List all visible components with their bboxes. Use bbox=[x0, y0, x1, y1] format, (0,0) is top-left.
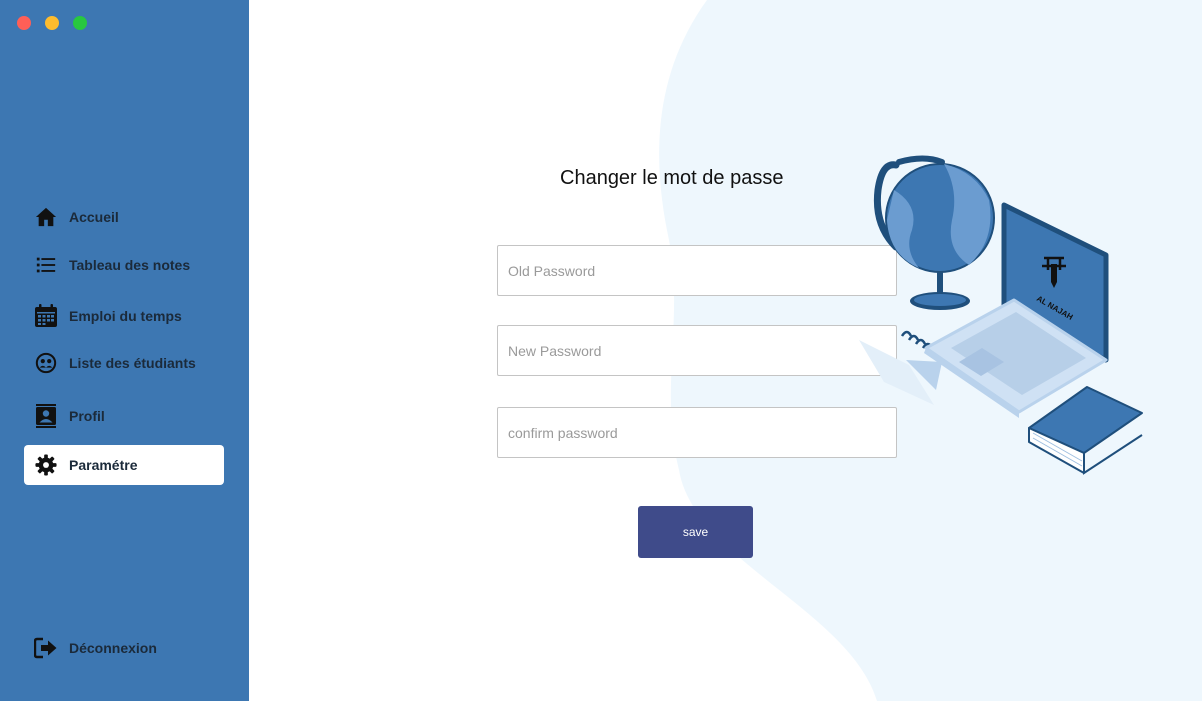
sidebar-item-liste-des-etudiants[interactable]: Liste des étudiants bbox=[24, 343, 224, 383]
window-maximize-button[interactable] bbox=[73, 16, 87, 30]
window-controls bbox=[17, 16, 87, 30]
logout-button[interactable]: Déconnexion bbox=[24, 628, 224, 668]
sidebar-item-profil[interactable]: Profil bbox=[24, 396, 224, 436]
globe-image bbox=[873, 155, 995, 310]
sidebar-item-label: Accueil bbox=[69, 209, 119, 225]
profile-icon bbox=[34, 404, 58, 428]
sidebar-item-label: Emploi du temps bbox=[69, 308, 182, 324]
calendar-icon bbox=[34, 304, 58, 328]
sidebar-item-emploi-du-temps[interactable]: Emploi du temps bbox=[24, 296, 224, 336]
book-image bbox=[1028, 386, 1143, 475]
main-content: Changer le mot de passe save AL NAJAH bbox=[249, 0, 1202, 701]
notebook-image bbox=[859, 330, 942, 405]
page-title: Changer le mot de passe bbox=[560, 167, 784, 189]
sidebar-item-label: Tableau des notes bbox=[69, 257, 191, 273]
sidebar: Accueil Tableau des notes Emploi du temp… bbox=[0, 0, 249, 701]
sidebar-item-label: Paramétre bbox=[69, 457, 138, 473]
gear-icon bbox=[34, 453, 58, 477]
sidebar-item-accueil[interactable]: Accueil bbox=[24, 197, 224, 237]
save-button[interactable]: save bbox=[638, 506, 753, 558]
sidebar-item-label: Liste des étudiants bbox=[69, 355, 196, 371]
list-icon bbox=[34, 253, 58, 277]
logout-icon bbox=[34, 636, 58, 660]
home-icon bbox=[34, 205, 58, 229]
sidebar-item-label: Profil bbox=[69, 408, 105, 424]
window-minimize-button[interactable] bbox=[45, 16, 59, 30]
students-icon bbox=[34, 351, 58, 375]
window-close-button[interactable] bbox=[17, 16, 31, 30]
education-illustration: AL NAJAH bbox=[859, 155, 1143, 475]
logout-label: Déconnexion bbox=[69, 640, 157, 656]
sidebar-item-tableau-des-notes[interactable]: Tableau des notes bbox=[24, 245, 224, 285]
sidebar-item-parametre[interactable]: Paramétre bbox=[24, 445, 224, 485]
